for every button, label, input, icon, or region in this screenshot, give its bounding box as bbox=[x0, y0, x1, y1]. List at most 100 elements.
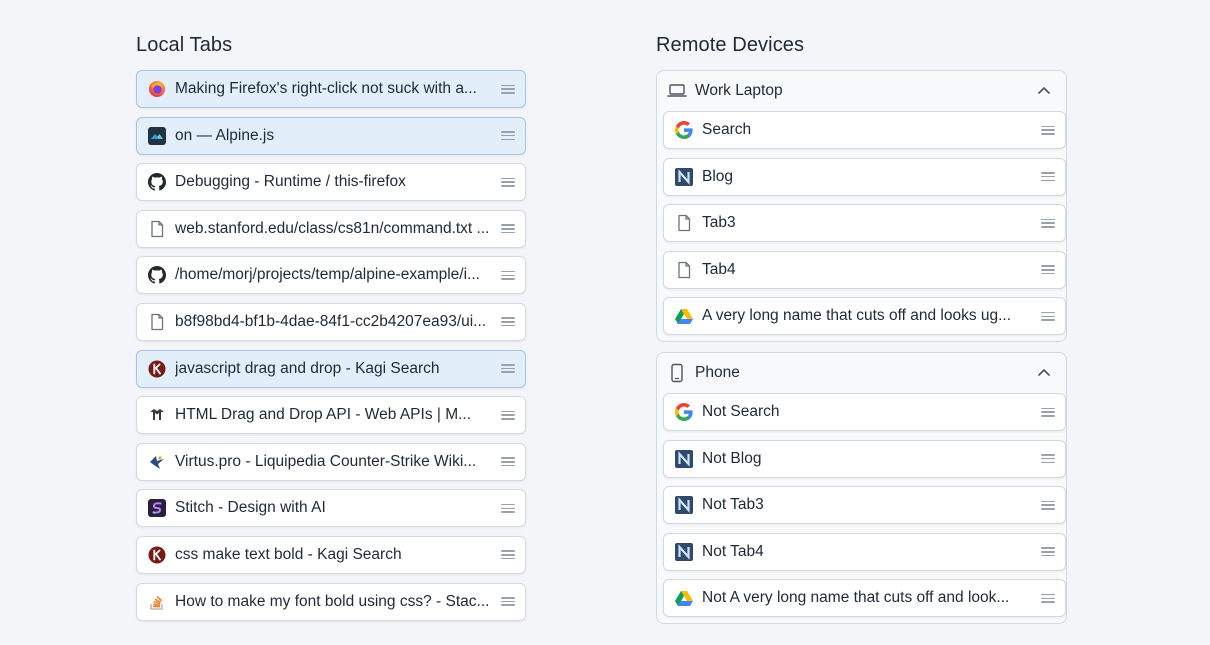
tab-label: Not A very long name that cuts off and l… bbox=[702, 589, 1010, 607]
drag-handle-icon[interactable] bbox=[1041, 454, 1055, 464]
local-tab-list: Making Firefox's right-click not suck wi… bbox=[136, 70, 526, 629]
drag-handle-icon[interactable] bbox=[501, 364, 515, 374]
device-header-work-laptop[interactable]: Work Laptop bbox=[657, 71, 1066, 111]
drag-handle-icon[interactable] bbox=[501, 84, 515, 94]
tab-label: Not Search bbox=[702, 403, 780, 420]
stitch-icon bbox=[147, 498, 167, 518]
drag-handle-icon[interactable] bbox=[1041, 311, 1055, 321]
stackoverflow-icon bbox=[147, 592, 167, 612]
drag-handle-icon[interactable] bbox=[501, 410, 515, 420]
device-tab-list: Search Blog Tab3 Tab4 A very long name that … bbox=[657, 111, 1066, 336]
tab-label: How to make my font bold using css? - St… bbox=[175, 592, 490, 610]
tab-label: Making Firefox's right-click not suck wi… bbox=[175, 80, 477, 97]
drag-handle-icon[interactable] bbox=[501, 503, 515, 513]
firefox-icon bbox=[147, 79, 167, 99]
tab-label: Debugging - Runtime / this-firefox bbox=[175, 173, 406, 191]
github-icon bbox=[147, 265, 167, 285]
tab-label: A very long name that cuts off and looks… bbox=[702, 307, 1012, 325]
tab-item[interactable]: Not Tab3 bbox=[663, 486, 1066, 525]
tab-label: Tab3 bbox=[702, 214, 736, 232]
tab-item[interactable]: Not Blog bbox=[663, 439, 1066, 478]
tab-label: Not Blog bbox=[702, 449, 762, 467]
tab-label: javascript drag and drop - Kagi Search bbox=[175, 359, 440, 377]
tab-item[interactable]: web.stanford.edu/class/cs81n/command.txt… bbox=[136, 209, 526, 248]
tab-item[interactable]: A very long name that cuts off and looks… bbox=[663, 297, 1066, 336]
tab-item[interactable]: Search bbox=[663, 111, 1066, 149]
page-icon bbox=[147, 219, 167, 239]
tab-item[interactable]: javascript drag and drop - Kagi Search bbox=[136, 349, 526, 388]
tab-item[interactable]: Not Search bbox=[663, 393, 1066, 431]
drag-handle-icon[interactable] bbox=[1041, 265, 1055, 275]
page-icon bbox=[674, 213, 694, 233]
tab-item[interactable]: Not A very long name that cuts off and l… bbox=[663, 579, 1066, 618]
drag-handle-icon[interactable] bbox=[1041, 593, 1055, 603]
n-icon bbox=[674, 167, 694, 187]
liquipedia-icon bbox=[147, 452, 167, 472]
device-phone: Phone Not Search Not Blog Not Tab3 Not Tab4… bbox=[656, 352, 1067, 624]
tab-item[interactable]: css make text bold - Kagi Search bbox=[136, 535, 526, 574]
tab-item[interactable]: Debugging - Runtime / this-firefox bbox=[136, 163, 526, 202]
github-icon bbox=[147, 172, 167, 192]
page-icon bbox=[147, 312, 167, 332]
drag-handle-icon[interactable] bbox=[501, 317, 515, 327]
chevron-up-icon[interactable] bbox=[1036, 83, 1052, 99]
tab-item[interactable]: Blog bbox=[663, 157, 1066, 196]
drag-handle-icon[interactable] bbox=[501, 177, 515, 187]
tab-item[interactable]: Virtus.pro - Liquipedia Counter-Strike W… bbox=[136, 442, 526, 481]
google-icon bbox=[674, 120, 694, 140]
tab-item[interactable]: How to make my font bold using css? - St… bbox=[136, 582, 526, 621]
drag-handle-icon[interactable] bbox=[501, 224, 515, 234]
local-tabs-title: Local Tabs bbox=[136, 34, 233, 56]
tab-label: web.stanford.edu/class/cs81n/command.txt… bbox=[175, 219, 490, 237]
tab-label: Search bbox=[702, 121, 752, 138]
chevron-up-icon[interactable] bbox=[1036, 365, 1052, 381]
n-icon bbox=[674, 542, 694, 562]
drag-handle-icon[interactable] bbox=[1041, 125, 1055, 135]
google-icon bbox=[674, 402, 694, 422]
tab-label: Blog bbox=[702, 167, 734, 185]
alpine-icon bbox=[147, 126, 167, 146]
tab-item[interactable]: Stitch - Design with AI bbox=[136, 489, 526, 528]
device-tab-list: Not Search Not Blog Not Tab3 Not Tab4 Not A … bbox=[657, 393, 1066, 618]
device-header-phone[interactable]: Phone bbox=[657, 353, 1066, 393]
page-icon bbox=[674, 260, 694, 280]
tab-label: /home/morj/projects/temp/alpine-example/… bbox=[175, 266, 480, 284]
mdn-icon bbox=[147, 405, 167, 425]
tab-label: Not Tab4 bbox=[702, 542, 764, 560]
tab-label: b8f98bd4-bf1b-4dae-84f1-cc2b4207ea93/ui.… bbox=[175, 312, 487, 330]
tab-item[interactable]: Tab4 bbox=[663, 250, 1066, 289]
n-icon bbox=[674, 449, 694, 469]
n-icon bbox=[674, 495, 694, 515]
drag-handle-icon[interactable] bbox=[501, 597, 515, 607]
tab-label: Not Tab3 bbox=[702, 496, 764, 514]
drag-handle-icon[interactable] bbox=[501, 550, 515, 560]
drag-handle-icon[interactable] bbox=[1041, 218, 1055, 228]
drag-handle-icon[interactable] bbox=[501, 270, 515, 280]
kagi-icon bbox=[147, 545, 167, 565]
drag-handle-icon[interactable] bbox=[1041, 500, 1055, 510]
tab-label: Virtus.pro - Liquipedia Counter-Strike W… bbox=[175, 452, 477, 470]
phone-icon bbox=[667, 363, 687, 383]
tab-item[interactable]: on — Alpine.js bbox=[136, 116, 526, 155]
tab-label: on — Alpine.js bbox=[175, 126, 275, 144]
drag-handle-icon[interactable] bbox=[501, 131, 515, 141]
tab-item[interactable]: HTML Drag and Drop API - Web APIs | M... bbox=[136, 396, 526, 435]
device-name: Phone bbox=[695, 364, 740, 381]
tab-label: HTML Drag and Drop API - Web APIs | M... bbox=[175, 406, 472, 424]
device-work-laptop: Work Laptop Search Blog Tab3 Tab4 A very lon… bbox=[656, 70, 1067, 342]
tab-item[interactable]: Making Firefox's right-click not suck wi… bbox=[136, 70, 526, 108]
tab-label: Tab4 bbox=[702, 260, 736, 278]
tab-item[interactable]: Not Tab4 bbox=[663, 532, 1066, 571]
tab-label: Stitch - Design with AI bbox=[175, 499, 326, 517]
drag-handle-icon[interactable] bbox=[1041, 407, 1055, 417]
tab-item[interactable]: /home/morj/projects/temp/alpine-example/… bbox=[136, 256, 526, 295]
kagi-icon bbox=[147, 359, 167, 379]
tab-item[interactable]: b8f98bd4-bf1b-4dae-84f1-cc2b4207ea93/ui.… bbox=[136, 302, 526, 341]
drag-handle-icon[interactable] bbox=[501, 457, 515, 467]
laptop-icon bbox=[667, 81, 687, 101]
drag-handle-icon[interactable] bbox=[1041, 172, 1055, 182]
tab-label: css make text bold - Kagi Search bbox=[175, 545, 402, 563]
drive-icon bbox=[674, 306, 694, 326]
drag-handle-icon[interactable] bbox=[1041, 547, 1055, 557]
tab-item[interactable]: Tab3 bbox=[663, 204, 1066, 243]
